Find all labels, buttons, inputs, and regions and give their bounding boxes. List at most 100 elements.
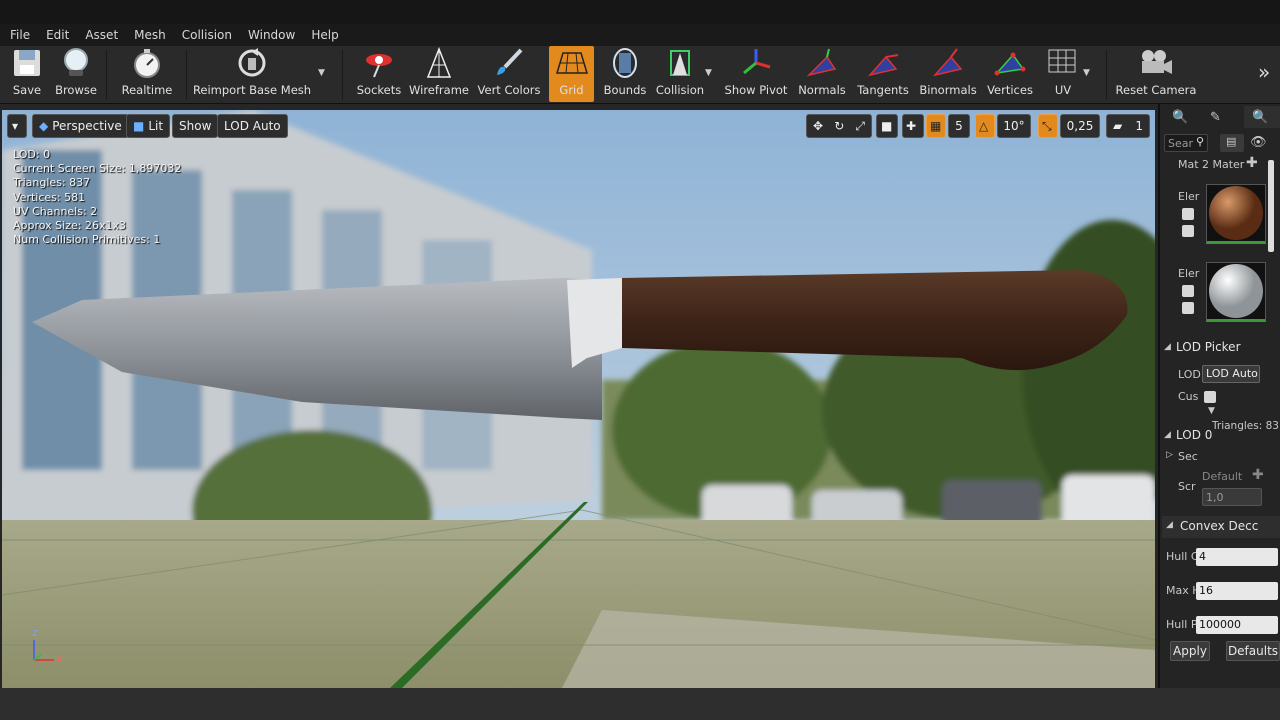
material-checkbox[interactable]	[1182, 302, 1194, 314]
defaults-button[interactable]: Defaults	[1226, 641, 1280, 661]
menu-edit[interactable]: Edit	[38, 24, 77, 46]
menu-window[interactable]: Window	[240, 24, 303, 46]
wireframe-label: Wireframe	[409, 83, 469, 97]
lod-select[interactable]: LOD Auto	[1202, 365, 1260, 383]
custom-lod-checkbox[interactable]	[1204, 391, 1216, 403]
camera-speed-value: 1	[1135, 119, 1143, 133]
reset-camera-label: Reset Camera	[1115, 83, 1197, 97]
sockets-label: Sockets	[356, 83, 402, 97]
tangents-label: Tangents	[857, 83, 909, 97]
toolbar-separator	[342, 50, 343, 100]
scale-snap-value[interactable]: 0,25	[1060, 114, 1100, 138]
grid-snap-value[interactable]: 5	[948, 114, 970, 138]
toolbar-overflow-icon[interactable]: »	[1258, 60, 1270, 84]
collision-button[interactable]: Collision	[654, 46, 706, 102]
normals-button[interactable]: Normals	[798, 46, 846, 102]
perspective-button[interactable]: ◆ Perspective	[32, 114, 129, 138]
rotate-icon[interactable]: ↻	[834, 119, 844, 133]
lod-picker-title[interactable]: LOD Picker	[1176, 340, 1241, 354]
hull-precision-input[interactable]: 100000	[1196, 616, 1278, 634]
binormals-icon	[930, 46, 966, 80]
scale-icon[interactable]: ⤢	[855, 119, 865, 134]
grid-button[interactable]: Grid	[549, 46, 594, 102]
world-local-toggle[interactable]: ■	[876, 114, 898, 138]
details-search-tab-icon[interactable]: 🔍	[1172, 110, 1188, 125]
save-button[interactable]: Save	[4, 46, 50, 102]
binormals-button[interactable]: Binormals	[918, 46, 978, 102]
vert-colors-button[interactable]: Vert Colors	[476, 46, 542, 102]
material-checkbox[interactable]	[1182, 225, 1194, 237]
uv-button[interactable]: UV	[1042, 46, 1084, 102]
menu-asset[interactable]: Asset	[77, 24, 126, 46]
uv-dropdown-icon[interactable]: ▼	[1083, 68, 1090, 78]
sockets-button[interactable]: Sockets	[354, 46, 404, 102]
show-pivot-button[interactable]: Show Pivot	[724, 46, 788, 102]
menu-file[interactable]: File	[2, 24, 38, 46]
stat-screen-size: Current Screen Size: 1,897032	[13, 162, 182, 176]
max-hull-verts-input[interactable]: 16	[1196, 582, 1278, 600]
reimport-button[interactable]: Reimport Base Mesh	[192, 46, 312, 102]
toolbar-separator	[186, 50, 187, 100]
mesh-viewport[interactable]: ▾ ◆ Perspective ■ Lit Show LOD Auto ✥ ↻ …	[2, 110, 1155, 688]
reimport-dropdown-icon[interactable]: ▼	[318, 68, 325, 78]
browse-button[interactable]: Browse	[52, 46, 100, 102]
lod0-title[interactable]: LOD 0	[1176, 428, 1212, 442]
scale-snap-icon: ⤡	[1042, 118, 1052, 133]
grid-label: Grid	[559, 83, 584, 97]
material-checkbox[interactable]	[1182, 285, 1194, 297]
camera-speed-icon: ▰	[1113, 119, 1123, 133]
wood-material-thumbnail[interactable]	[1206, 184, 1266, 244]
menu-mesh[interactable]: Mesh	[126, 24, 174, 46]
translate-icon[interactable]: ✥	[813, 119, 823, 133]
advanced-expand-icon[interactable]: ▼	[1208, 406, 1215, 416]
view-options-button[interactable]: ▤	[1220, 134, 1244, 152]
browse-label: Browse	[55, 83, 97, 97]
metal-material-thumbnail[interactable]	[1206, 262, 1266, 322]
transform-mode-group[interactable]: ✥ ↻ ⤢	[806, 114, 872, 138]
custom-lod-label: Cus	[1178, 390, 1199, 403]
bounds-button[interactable]: Bounds	[600, 46, 650, 102]
menu-help[interactable]: Help	[303, 24, 346, 46]
lod-picker-collapse-icon[interactable]: ◢	[1164, 342, 1171, 352]
menu-collision[interactable]: Collision	[174, 24, 240, 46]
sections-expand-icon[interactable]: ▷	[1166, 450, 1173, 460]
convex-decomposition-header[interactable]: ◢ Convex Decc	[1162, 516, 1280, 538]
triangles-count: Triangles: 837	[1212, 420, 1280, 432]
details-tools-tab-icon[interactable]: ✎	[1210, 110, 1221, 125]
scale-snap-toggle[interactable]: ⤡	[1038, 114, 1058, 138]
vertices-button[interactable]: Vertices	[986, 46, 1034, 102]
lod0-collapse-icon[interactable]: ◢	[1164, 430, 1171, 440]
viewport-options-dropdown[interactable]: ▾	[7, 114, 27, 138]
show-button[interactable]: Show	[172, 114, 219, 138]
details-active-tab[interactable]: 🔍	[1244, 106, 1280, 128]
lod-auto-button[interactable]: LOD Auto	[217, 114, 288, 138]
rotation-snap-value[interactable]: 10°	[997, 114, 1031, 138]
toolbar-separator	[1106, 50, 1107, 100]
camera-speed-button[interactable]: ▰ 1	[1106, 114, 1150, 138]
add-material-icon[interactable]: ✚	[1246, 155, 1258, 171]
reimport-label: Reimport Base Mesh	[192, 83, 312, 97]
hull-count-label: Hull C	[1166, 550, 1199, 563]
tangents-button[interactable]: Tangents	[856, 46, 910, 102]
hull-count-input[interactable]: 4	[1196, 548, 1278, 566]
reset-camera-button[interactable]: Reset Camera	[1115, 46, 1197, 102]
convex-title: Convex Decc	[1180, 519, 1259, 533]
eye-icon[interactable]: 👁	[1250, 135, 1267, 150]
lit-icon: ■	[133, 119, 145, 133]
collision-dropdown-icon[interactable]: ▼	[705, 68, 712, 78]
rotation-snap-toggle[interactable]: △	[975, 114, 995, 138]
realtime-button[interactable]: Realtime	[118, 46, 176, 102]
grid-snap-toggle[interactable]: ▦	[926, 114, 946, 138]
surface-snap-toggle[interactable]: ✚	[902, 114, 924, 138]
screen-size-input[interactable]: 1,0	[1202, 488, 1262, 506]
material-element-label: Eler	[1178, 267, 1200, 280]
wireframe-icon	[421, 46, 457, 80]
apply-button[interactable]: Apply	[1170, 641, 1210, 661]
materials-scrollbar[interactable]	[1268, 160, 1274, 252]
lit-button[interactable]: ■ Lit	[126, 114, 171, 138]
material-checkbox[interactable]	[1182, 208, 1194, 220]
lit-label: Lit	[148, 119, 164, 133]
wireframe-button[interactable]: Wireframe	[409, 46, 469, 102]
collision-label: Collision	[655, 83, 705, 97]
add-screen-size-icon[interactable]: ✚	[1252, 467, 1264, 483]
